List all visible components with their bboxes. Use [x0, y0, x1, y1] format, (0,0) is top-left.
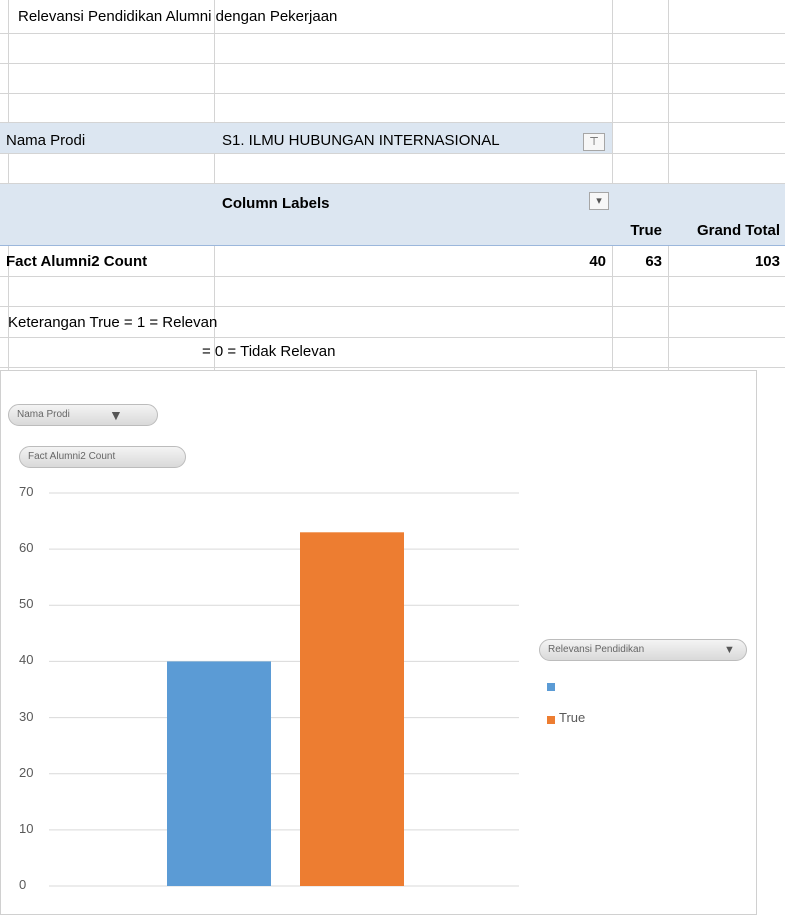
- report-title[interactable]: Relevansi Pendidikan Alumni dengan Peker…: [18, 7, 337, 27]
- row-line: [0, 276, 785, 277]
- legend-label-true: True: [559, 710, 586, 725]
- value-true[interactable]: 63: [612, 252, 662, 272]
- y-tick-label: 20: [19, 764, 34, 780]
- column-header-true[interactable]: True: [612, 221, 662, 241]
- note-line-2[interactable]: = 0 = Tidak Relevan: [202, 342, 335, 362]
- column-header-grand-total[interactable]: Grand Total: [668, 221, 780, 241]
- row-line: [0, 337, 785, 338]
- y-tick-label: 50: [19, 596, 34, 612]
- chevron-down-icon: ▼: [724, 644, 735, 656]
- bar-blank[interactable]: [167, 661, 271, 886]
- y-tick-label: 10: [19, 820, 34, 836]
- row-line: [0, 367, 785, 368]
- row-line: [0, 93, 785, 94]
- y-tick-label: 70: [19, 484, 34, 499]
- filter-field-value[interactable]: S1. ILMU HUBUNGAN INTERNASIONAL: [222, 131, 500, 151]
- bar-true[interactable]: [300, 532, 404, 886]
- legend-swatch-blank: [547, 683, 555, 691]
- legend-field-pill[interactable]: Relevansi Pendidikan ▼: [539, 639, 747, 661]
- row-line: [0, 33, 785, 34]
- y-tick-label: 0: [19, 877, 27, 892]
- value-grand-total[interactable]: 103: [668, 252, 780, 272]
- y-tick-label: 30: [19, 708, 34, 724]
- pivot-chart[interactable]: Nama Prodi ▼ Fact Alumni2 Count 0 10 20 30 4…: [0, 370, 757, 915]
- y-tick-label: 60: [19, 540, 34, 556]
- column-labels-header[interactable]: Column Labels: [222, 194, 330, 214]
- row-line: [0, 245, 785, 246]
- legend-field-label: Relevansi Pendidikan: [548, 644, 645, 655]
- filter-icon: ⊤: [589, 136, 599, 148]
- chevron-down-icon: ▾: [596, 195, 602, 207]
- filter-field-label[interactable]: Nama Prodi: [6, 131, 85, 151]
- value-blank[interactable]: 40: [214, 252, 606, 272]
- y-tick-label: 40: [19, 652, 34, 668]
- row-line: [0, 153, 785, 154]
- row-line: [0, 63, 785, 64]
- filter-applied-button[interactable]: ⊤: [583, 133, 605, 151]
- legend-swatch-true: [547, 716, 555, 724]
- note-line-1[interactable]: Keterangan True = 1 = Relevan: [8, 313, 217, 333]
- row-label-fact-count[interactable]: Fact Alumni2 Count: [6, 252, 147, 272]
- column-labels-dropdown[interactable]: ▾: [589, 192, 609, 210]
- row-line: [0, 306, 785, 307]
